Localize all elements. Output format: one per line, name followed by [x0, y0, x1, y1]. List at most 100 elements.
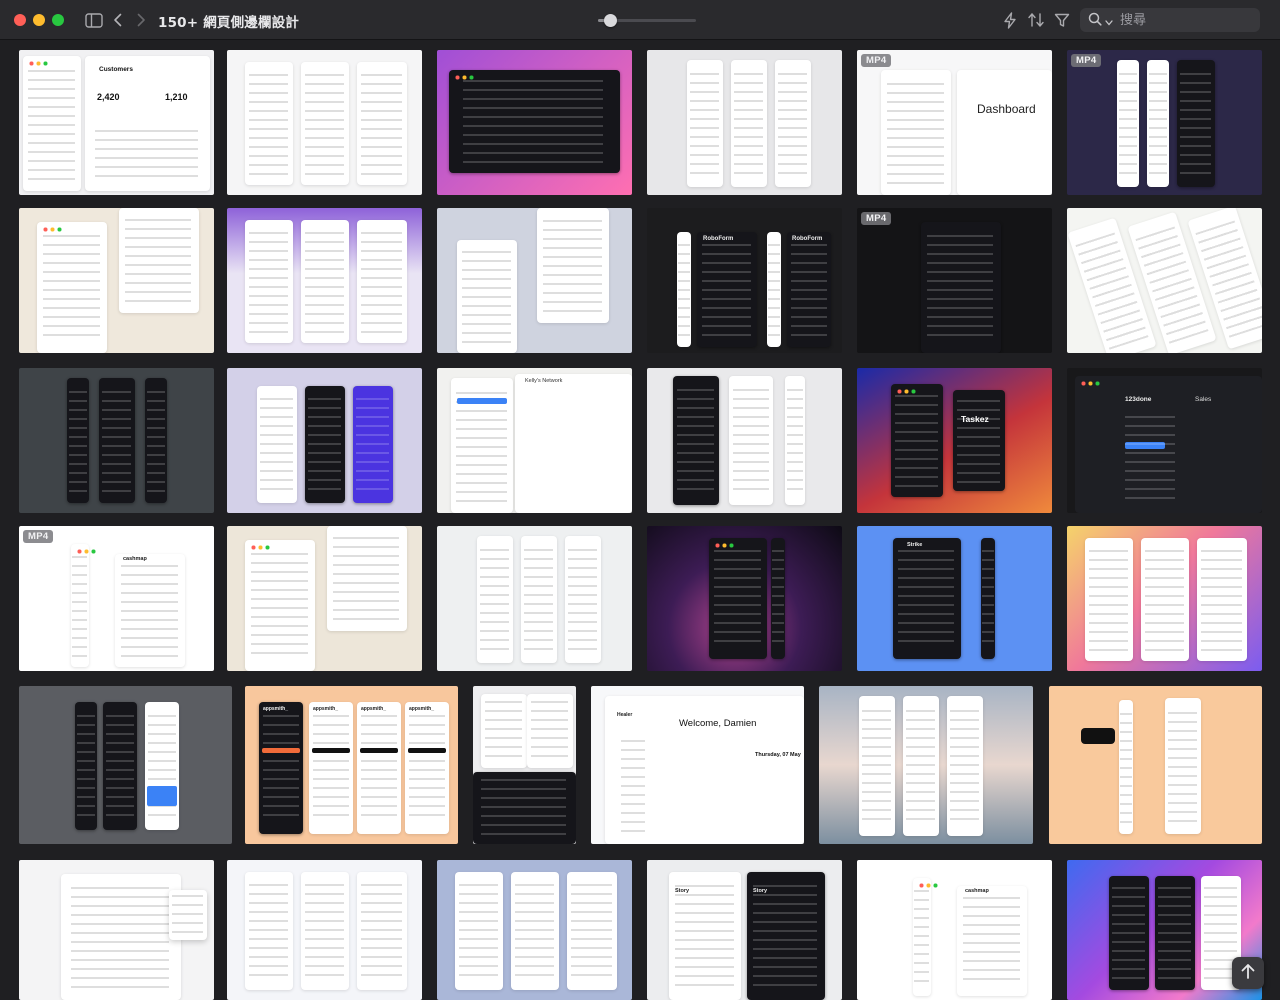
sidebar-toggle-icon[interactable] [84, 9, 104, 31]
sidebar-panel [357, 872, 407, 990]
sort-icon[interactable] [1026, 9, 1046, 31]
chevron-right-icon[interactable] [134, 9, 148, 31]
design-thumbnail[interactable]: Taskez [857, 368, 1052, 513]
design-thumbnail[interactable] [647, 50, 842, 195]
design-thumbnail[interactable]: RoboForm RoboForm [647, 208, 842, 353]
window-controls-icon [43, 227, 65, 232]
design-thumbnail[interactable] [19, 686, 232, 844]
design-thumbnail[interactable] [819, 686, 1033, 844]
window-controls-icon [29, 61, 51, 66]
sidebar-menu-lines [101, 390, 132, 493]
sidebar-menu-lines [262, 715, 299, 824]
design-thumbnail[interactable] [227, 368, 422, 513]
sidebar-menu-lines [304, 883, 345, 981]
sidebar-menu-lines [68, 390, 87, 493]
sidebar-menu-lines [514, 883, 555, 981]
tooltip-popover [1081, 728, 1115, 744]
section-title: Story [753, 888, 768, 894]
stat-value: 1,210 [165, 92, 188, 102]
scroll-to-top-button[interactable] [1232, 957, 1264, 989]
sidebar-panel [567, 872, 617, 990]
sidebar-panel [521, 536, 557, 663]
design-thumbnail[interactable] [437, 50, 632, 195]
sidebar-menu-lines [768, 243, 780, 338]
design-thumbnail[interactable] [437, 208, 632, 353]
sidebar-menu-lines [914, 889, 930, 987]
design-thumbnail[interactable]: cashmap MP4 [19, 526, 214, 671]
design-thumbnail[interactable]: MP4 [857, 208, 1052, 353]
design-thumbnail[interactable]: Dashboard MP4 [857, 50, 1052, 195]
design-thumbnail[interactable] [227, 50, 422, 195]
filter-icon[interactable] [1053, 9, 1071, 31]
zoom-slider-knob[interactable] [604, 14, 618, 27]
design-thumbnail[interactable]: appsmith_ appsmith_ appsmith_ appsmith_ [245, 686, 458, 844]
sidebar-menu-lines [481, 779, 566, 839]
search-field[interactable] [1080, 8, 1260, 32]
chevron-left-icon[interactable] [110, 9, 124, 31]
brand-label: appsmith_ [409, 706, 435, 712]
design-thumbnail[interactable] [19, 860, 214, 1000]
design-thumbnail[interactable]: Kelly's Network [437, 368, 632, 513]
zoom-window-button[interactable] [52, 14, 64, 26]
sidebar-panel [511, 872, 559, 990]
design-thumbnail[interactable] [19, 208, 214, 353]
sidebar-panel [537, 208, 609, 323]
chevron-down-icon[interactable] [1105, 11, 1113, 30]
page-title: Dashboard [977, 102, 1036, 116]
sidebar-panel [1197, 538, 1247, 661]
design-thumbnail[interactable] [647, 526, 842, 671]
design-thumbnail[interactable]: Healer Welcome, Damien Thursday, 07 May [591, 686, 804, 844]
sidebar-menu-lines [408, 715, 445, 824]
sidebar-panel [75, 702, 97, 830]
design-thumbnail[interactable] [227, 526, 422, 671]
network-label: Kelly's Network [525, 378, 563, 384]
sidebar-menu-lines [76, 714, 95, 820]
design-thumbnail[interactable]: cashmap [857, 860, 1052, 1000]
sidebar-menu-lines [1144, 550, 1185, 652]
sidebar-panel [859, 696, 895, 836]
close-window-button[interactable] [14, 14, 26, 26]
active-menu-item [312, 748, 350, 753]
sidebar-panel [921, 222, 1001, 353]
window-controls-icon [251, 545, 273, 550]
sidebar-panel [23, 56, 81, 191]
sidebar-menu-lines [105, 714, 134, 820]
design-thumbnail[interactable] [19, 368, 214, 513]
brand-label: RoboForm [792, 236, 823, 242]
sidebar-panel [903, 696, 939, 836]
sidebar-menu-lines [713, 550, 762, 650]
sidebar-menu-lines [861, 710, 892, 825]
minimize-window-button[interactable] [33, 14, 45, 26]
sidebar-panel [357, 62, 407, 185]
sidebar-panel [245, 220, 293, 343]
design-thumbnail[interactable]: Story Story [647, 860, 842, 1000]
design-thumbnail[interactable]: Customers 2,420 1,210 [19, 50, 214, 195]
design-thumbnail[interactable] [647, 368, 842, 513]
sidebar-panel [455, 872, 503, 990]
media-type-badge: MP4 [1071, 54, 1102, 67]
design-thumbnail[interactable] [437, 860, 632, 1000]
design-thumbnail[interactable]: Strike [857, 526, 1052, 671]
window-toolbar: 150+ 網頁側邊欄設計 [0, 0, 1280, 40]
design-thumbnail[interactable] [473, 686, 576, 844]
sidebar-menu-lines [895, 395, 938, 488]
sidebar-panel [477, 536, 513, 663]
sidebar-menu-lines [361, 883, 402, 981]
design-thumbnail[interactable] [227, 208, 422, 353]
sidebar-panel [305, 386, 345, 503]
sidebar-menu-lines [772, 550, 784, 650]
search-input[interactable] [1120, 12, 1240, 28]
design-thumbnail[interactable] [1067, 208, 1262, 353]
design-thumbnail[interactable] [227, 860, 422, 1000]
design-thumbnail[interactable] [437, 526, 632, 671]
sidebar-menu-lines [732, 388, 769, 495]
design-thumbnail[interactable]: MP4 [1067, 50, 1262, 195]
search-icon [1088, 11, 1102, 30]
design-thumbnail[interactable] [1049, 686, 1262, 844]
bolt-icon[interactable] [1001, 9, 1019, 31]
sidebar-menu-lines [260, 397, 293, 494]
sidebar-panel [327, 526, 407, 631]
design-thumbnail[interactable] [1067, 526, 1262, 671]
zoom-slider[interactable] [598, 14, 696, 27]
design-thumbnail[interactable]: 123done Sales [1067, 368, 1262, 513]
